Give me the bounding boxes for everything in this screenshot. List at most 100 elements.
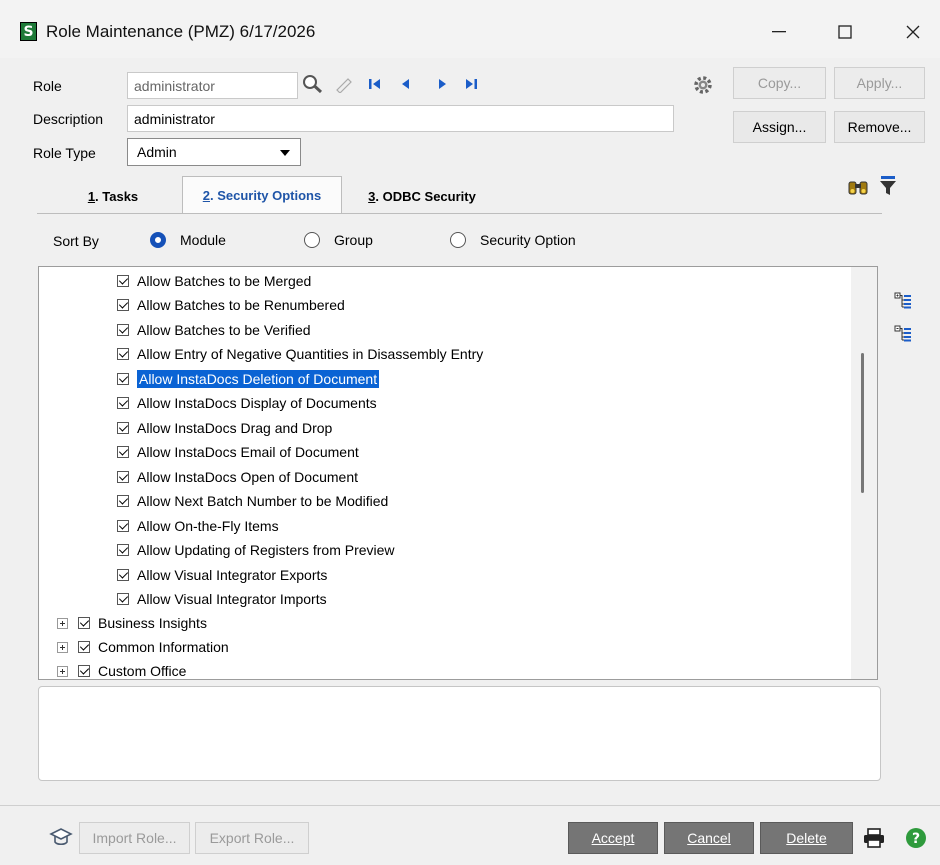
checkbox-checked-icon[interactable] — [117, 593, 129, 605]
role-field[interactable]: administrator — [127, 72, 298, 99]
expand-icon[interactable] — [57, 617, 68, 629]
sort-by-label: Sort By — [53, 233, 99, 249]
checkbox-checked-icon[interactable] — [117, 520, 129, 532]
security-options-tree[interactable]: Allow Batches to be Merged Allow Batches… — [38, 266, 878, 680]
tab-tasks[interactable]: 1. Tasks — [48, 180, 178, 213]
radio-selected-icon — [150, 232, 166, 248]
find-button[interactable] — [846, 176, 870, 198]
tree-item[interactable]: Allow InstaDocs Email of Document — [117, 442, 359, 462]
sort-group-radio[interactable]: Group — [304, 232, 373, 248]
tree-group[interactable]: Common Information — [57, 637, 229, 657]
checkbox-checked-icon[interactable] — [117, 275, 129, 287]
checkbox-checked-icon[interactable] — [117, 324, 129, 336]
tree-item[interactable]: Allow Batches to be Renumbered — [117, 295, 345, 315]
vertical-scrollbar[interactable] — [851, 267, 877, 679]
next-record-button[interactable] — [432, 74, 454, 94]
help-icon: ? — [906, 828, 926, 848]
checkbox-checked-icon[interactable] — [117, 544, 129, 556]
checkbox-checked-icon[interactable] — [117, 299, 129, 311]
tree-item[interactable]: Allow InstaDocs Display of Documents — [117, 393, 377, 413]
expand-icon[interactable] — [57, 641, 68, 653]
tree-item[interactable]: Allow Entry of Negative Quantities in Di… — [117, 344, 483, 364]
tree-group[interactable]: Custom Office — [57, 661, 186, 679]
close-button[interactable] — [890, 14, 936, 50]
tree-item[interactable]: Allow Next Batch Number to be Modified — [117, 491, 388, 511]
export-role-button[interactable]: Export Role... — [195, 822, 309, 854]
gear-icon — [694, 76, 712, 94]
tree-group[interactable]: Business Insights — [57, 613, 207, 633]
first-record-icon — [369, 79, 380, 89]
accept-button[interactable]: Accept — [568, 822, 658, 854]
print-button[interactable] — [862, 826, 886, 850]
tree-item-label: Allow Next Batch Number to be Modified — [137, 493, 389, 509]
role-label: Role — [33, 78, 62, 94]
printer-icon — [864, 828, 884, 848]
checkbox-checked-icon[interactable] — [117, 348, 129, 360]
sort-module-radio[interactable]: Module — [150, 232, 226, 248]
settings-button[interactable] — [690, 72, 716, 98]
tree-item[interactable]: Allow Visual Integrator Exports — [117, 565, 327, 585]
tree-item[interactable]: Allow Batches to be Merged — [117, 271, 311, 291]
help-button[interactable]: ? — [904, 826, 928, 850]
cancel-button[interactable]: Cancel — [664, 822, 754, 854]
tree-group-label: Business Insights — [98, 615, 207, 631]
collapse-all-button[interactable] — [893, 324, 913, 344]
tree-item-label: Allow InstaDocs Email of Document — [137, 444, 359, 460]
learning-button[interactable] — [48, 824, 74, 850]
tree-item-label: Allow Visual Integrator Imports — [137, 591, 327, 607]
tree-item[interactable]: Allow Updating of Registers from Preview — [117, 540, 395, 560]
tree-item-label: Allow Batches to be Verified — [137, 322, 311, 338]
pencil-icon — [336, 78, 352, 93]
title-bar[interactable]: S Role Maintenance (PMZ) 6/17/2026 — [0, 0, 940, 58]
expand-tree-icon — [894, 292, 911, 309]
description-field[interactable]: administrator — [127, 105, 674, 132]
copy-button[interactable]: Copy... — [733, 67, 826, 99]
expand-all-button[interactable] — [893, 291, 913, 311]
previous-record-button[interactable] — [394, 74, 416, 94]
checkbox-checked-icon[interactable] — [117, 397, 129, 409]
checkbox-checked-icon[interactable] — [78, 665, 90, 677]
memo-button[interactable] — [332, 72, 356, 96]
lookup-button[interactable] — [300, 72, 326, 96]
role-type-select[interactable]: Admin — [127, 138, 301, 166]
last-record-button[interactable] — [460, 74, 482, 94]
tab-divider — [37, 213, 882, 214]
maximize-button[interactable] — [822, 14, 868, 50]
checkbox-checked-icon[interactable] — [117, 422, 129, 434]
filter-button[interactable] — [876, 174, 900, 198]
tree-item-selected[interactable]: Allow InstaDocs Deletion of Document — [117, 369, 381, 389]
tree-item-label: Allow Batches to be Renumbered — [137, 297, 345, 313]
tab-security-options[interactable]: 2. Security Options — [182, 176, 342, 214]
first-record-button[interactable] — [364, 74, 386, 94]
tree-item-label: Allow InstaDocs Drag and Drop — [137, 420, 333, 436]
checkbox-checked-icon[interactable] — [117, 373, 129, 385]
checkbox-checked-icon[interactable] — [117, 495, 129, 507]
tab-security-options-label: . Security Options — [209, 188, 322, 203]
tree-item[interactable]: Allow On-the-Fly Items — [117, 516, 279, 536]
apply-button[interactable]: Apply... — [834, 67, 925, 99]
checkbox-checked-icon[interactable] — [117, 446, 129, 458]
checkbox-checked-icon[interactable] — [117, 569, 129, 581]
tree-item[interactable]: Allow Batches to be Verified — [117, 320, 311, 340]
checkbox-checked-icon[interactable] — [78, 617, 90, 629]
checkbox-checked-icon[interactable] — [78, 641, 90, 653]
tree-item-label: Allow InstaDocs Display of Documents — [137, 395, 377, 411]
checkbox-checked-icon[interactable] — [117, 471, 129, 483]
radio-unselected-icon — [450, 232, 466, 248]
expand-icon[interactable] — [57, 665, 68, 677]
scrollbar-thumb[interactable] — [861, 353, 864, 493]
tree-item[interactable]: Allow InstaDocs Open of Document — [117, 467, 358, 487]
previous-icon — [402, 79, 409, 89]
delete-button[interactable]: Delete — [760, 822, 853, 854]
import-role-button[interactable]: Import Role... — [79, 822, 190, 854]
option-description-panel — [38, 686, 881, 781]
tab-odbc-security[interactable]: 3. ODBC Security — [342, 180, 502, 213]
minimize-button[interactable] — [756, 14, 802, 50]
assign-button[interactable]: Assign... — [733, 111, 826, 143]
tree-item[interactable]: Allow Visual Integrator Imports — [117, 589, 327, 609]
sort-security-option-radio[interactable]: Security Option — [450, 232, 576, 248]
search-icon — [303, 75, 323, 94]
tab-security-options-number: 2 — [202, 188, 210, 203]
tree-item[interactable]: Allow InstaDocs Drag and Drop — [117, 418, 332, 438]
remove-button[interactable]: Remove... — [834, 111, 925, 143]
